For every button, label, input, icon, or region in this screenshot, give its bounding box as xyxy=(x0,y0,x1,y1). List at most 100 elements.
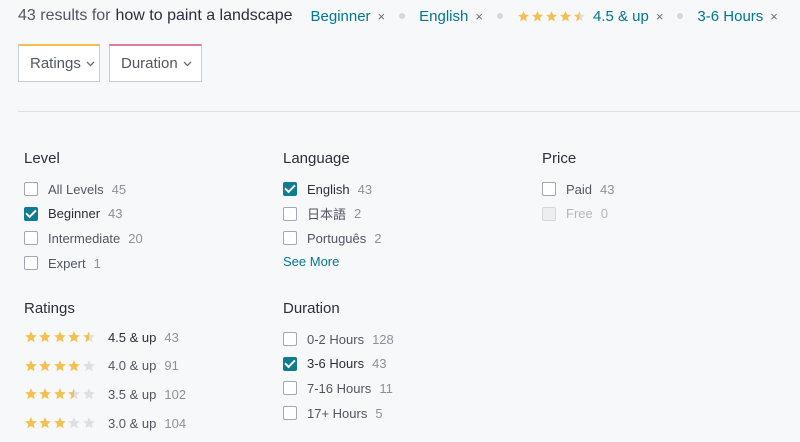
filter-option-paid[interactable]: Paid 43 xyxy=(542,177,615,202)
chip-label: English xyxy=(419,7,469,25)
checkbox-icon[interactable] xyxy=(24,231,38,246)
filter-option-expert[interactable]: Expert 1 xyxy=(24,251,143,276)
option-count: 43 xyxy=(372,356,387,372)
filter-chip-beginner[interactable]: Beginner × xyxy=(311,8,386,25)
checkbox-icon[interactable] xyxy=(283,381,297,396)
filter-option-rating-4-5[interactable]: 4.5 & up 43 xyxy=(24,323,186,352)
checkbox-icon[interactable] xyxy=(24,206,38,221)
filter-option-rating-4-0[interactable]: 4.0 & up 91 xyxy=(24,352,186,381)
filter-option-0-2-hours[interactable]: 0-2 Hours 128 xyxy=(283,327,394,352)
filter-option-all-levels[interactable]: All Levels 45 xyxy=(24,177,143,202)
checkbox-icon[interactable] xyxy=(24,256,38,271)
star-icon xyxy=(82,359,96,373)
checkbox-icon[interactable] xyxy=(283,182,297,197)
chip-label: Beginner xyxy=(310,7,371,25)
checkbox-icon[interactable] xyxy=(283,332,297,347)
star-icon xyxy=(24,416,38,430)
filter-option-3-6-hours[interactable]: 3-6 Hours 43 xyxy=(283,352,394,377)
filter-option-english[interactable]: English 43 xyxy=(283,177,382,202)
star-icon xyxy=(53,359,67,373)
filter-title: Duration xyxy=(283,300,340,317)
option-label: 日本語 xyxy=(307,207,347,223)
option-label: 7-16 Hours xyxy=(307,380,372,396)
filter-option-rating-3-5[interactable]: 3.5 & up 102 xyxy=(24,380,186,409)
option-label: Intermediate xyxy=(48,230,121,246)
checkbox-icon[interactable] xyxy=(283,406,297,421)
option-label: Beginner xyxy=(48,206,101,222)
filter-group-duration: Duration 0-2 Hours 128 3-6 Hours 43 7-16… xyxy=(283,300,394,425)
close-icon[interactable]: × xyxy=(475,9,483,24)
filter-title: Ratings xyxy=(24,300,75,317)
chip-separator xyxy=(677,13,684,19)
option-count: 43 xyxy=(600,181,615,197)
filter-option-rating-3-0[interactable]: 3.0 & up 104 xyxy=(24,409,186,438)
star-rating xyxy=(24,359,96,373)
filter-option-intermediate[interactable]: Intermediate 20 xyxy=(24,226,143,251)
option-label: Paid xyxy=(566,181,593,197)
chip-label: 4.5 & up xyxy=(592,7,649,25)
star-icon xyxy=(24,387,38,401)
filter-option-7-16-hours[interactable]: 7-16 Hours 11 xyxy=(283,376,394,401)
checkbox-icon[interactable] xyxy=(24,182,38,197)
star-icon xyxy=(531,10,544,23)
filter-title: Price xyxy=(542,150,577,167)
star-icon xyxy=(559,10,572,23)
filter-option-portuguese[interactable]: Português 2 xyxy=(283,226,382,251)
filter-chip-duration[interactable]: 3-6 Hours × xyxy=(697,8,777,25)
divider xyxy=(18,111,800,112)
star-icon xyxy=(67,359,81,373)
option-count: 20 xyxy=(128,230,143,246)
checkbox-icon xyxy=(542,206,556,221)
option-label: 17+ Hours xyxy=(307,405,368,421)
option-count: 43 xyxy=(164,329,179,345)
checkbox-icon[interactable] xyxy=(283,356,297,371)
star-icon xyxy=(24,330,38,344)
duration-dropdown[interactable]: Duration xyxy=(109,44,202,82)
star-icon xyxy=(82,387,96,401)
close-icon[interactable]: × xyxy=(656,9,664,24)
checkbox-icon[interactable] xyxy=(283,231,297,246)
filter-title: Language xyxy=(283,150,350,167)
option-label: English xyxy=(307,181,350,197)
close-icon[interactable]: × xyxy=(770,9,778,24)
checkbox-icon[interactable] xyxy=(283,206,297,221)
option-count: 104 xyxy=(164,415,187,431)
option-label: Free xyxy=(566,206,593,222)
star-icon xyxy=(24,359,38,373)
filter-option-17-plus-hours[interactable]: 17+ Hours 5 xyxy=(283,401,394,426)
filter-group-price: Price Paid 43 Free 0 xyxy=(542,150,615,226)
dropdown-label: Duration xyxy=(121,55,178,72)
close-icon[interactable]: × xyxy=(378,9,386,24)
star-icon xyxy=(82,330,96,344)
star-icon xyxy=(67,330,81,344)
option-label: 3.5 & up xyxy=(107,386,157,402)
star-icon xyxy=(573,10,586,23)
star-rating xyxy=(24,387,96,401)
see-more-link[interactable]: See More xyxy=(283,254,339,269)
star-icon xyxy=(67,416,81,430)
option-count: 43 xyxy=(357,181,373,197)
chip-label: 3-6 Hours xyxy=(697,7,764,25)
ratings-dropdown[interactable]: Ratings xyxy=(18,44,100,82)
option-count: 1 xyxy=(93,255,101,271)
option-count: 91 xyxy=(164,358,179,374)
option-count: 128 xyxy=(372,331,394,347)
star-rating xyxy=(517,10,587,23)
filter-chip-english[interactable]: English × xyxy=(419,8,483,25)
option-count: 102 xyxy=(164,386,187,402)
checkbox-icon[interactable] xyxy=(542,182,556,197)
filter-chip-rating[interactable]: 4.5 & up × xyxy=(517,8,663,25)
star-icon xyxy=(545,10,558,23)
option-count: 5 xyxy=(375,405,383,421)
chip-separator xyxy=(496,13,503,19)
option-label: Expert xyxy=(48,255,86,271)
filter-option-japanese[interactable]: 日本語 2 xyxy=(283,202,382,227)
filter-option-beginner[interactable]: Beginner 43 xyxy=(24,202,143,227)
filter-option-free: Free 0 xyxy=(542,202,615,227)
option-count: 2 xyxy=(374,230,382,246)
chip-separator xyxy=(399,13,406,19)
star-icon xyxy=(53,330,67,344)
star-icon xyxy=(38,359,52,373)
results-header: 43 results for how to paint a landscape … xyxy=(18,5,778,27)
star-icon xyxy=(38,330,52,344)
